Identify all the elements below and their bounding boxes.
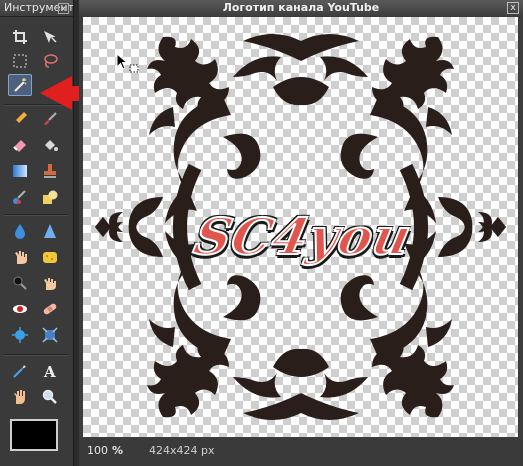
drawing-tool[interactable] [38,186,62,208]
drawing-icon [43,190,58,204]
dodge-icon [44,278,56,290]
blur-icon [15,224,25,239]
type-tool[interactable]: A [38,360,62,382]
burn-tool[interactable] [8,272,32,294]
sponge-tool[interactable] [38,246,62,268]
color-picker-tool[interactable] [8,360,32,382]
brush-icon [44,112,57,125]
lasso-tool[interactable] [38,50,62,72]
bloat-tool[interactable] [8,324,32,346]
marquee-icon [13,54,27,68]
document-close-button[interactable]: x [507,2,519,14]
smudge-tool[interactable] [8,246,32,268]
eraser-icon [13,140,26,152]
smudge-icon [15,251,27,264]
move-tool[interactable] [38,26,62,48]
magic-wand-icon [14,78,27,92]
pencil-tool[interactable] [8,108,32,130]
document-window: Логотип канала YouTube x SC4you 100 % 42… [79,0,523,466]
crop-icon [13,30,27,44]
zoom-tool[interactable] [38,386,62,408]
red-eye-tool[interactable] [8,298,32,320]
spot-heal-tool[interactable] [38,298,62,320]
color-replace-tool[interactable] [8,186,32,208]
sharpen-icon [44,224,56,238]
pinch-icon [42,327,58,343]
color-picker-icon [13,365,26,378]
hand-tool[interactable] [8,386,32,408]
pencil-icon [14,112,27,125]
sponge-icon [43,252,57,263]
burn-icon [13,276,27,290]
crop-tool[interactable] [8,26,32,48]
zoom-level[interactable]: 100 [87,444,108,457]
paint-bucket-icon [45,140,58,151]
primary-color-swatch[interactable] [10,419,58,451]
type-icon: A [43,363,56,379]
eraser-tool[interactable] [8,134,32,156]
tools-divider [4,214,68,216]
marquee-tool[interactable] [8,50,32,72]
spot-heal-icon [43,303,57,315]
logo-text: SC4you [188,206,418,267]
color-replace-icon [13,190,26,204]
blur-tool[interactable] [8,220,32,242]
zoom-icon [42,389,57,404]
status-bar: 100 % 424x424 px [79,439,523,466]
image-dimensions: 424x424 px [149,444,215,457]
move-icon [44,31,57,43]
pinch-tool[interactable] [38,324,62,346]
lasso-icon [44,54,58,68]
bloat-icon [12,327,28,343]
zoom-unit: % [112,444,124,457]
clone-stamp-icon [44,164,56,178]
tools-panel-close-button[interactable]: x [58,3,69,14]
mouse-cursor-icon [116,53,139,73]
magic-wand-tool[interactable] [8,74,32,96]
image-canvas[interactable]: SC4you [83,17,518,437]
svg-text:A: A [43,363,56,379]
paint-bucket-tool[interactable] [38,134,62,156]
dodge-tool[interactable] [38,272,62,294]
sharpen-tool[interactable] [38,220,62,242]
document-title[interactable]: Логотип канала YouTube [79,0,523,16]
gradient-tool[interactable] [8,160,32,182]
clone-stamp-tool[interactable] [38,160,62,182]
gradient-icon [13,165,27,177]
tools-divider [4,354,68,356]
tools-panel: Инструмент x A [0,0,74,466]
red-eye-icon [13,305,27,313]
hand-icon [14,390,25,404]
